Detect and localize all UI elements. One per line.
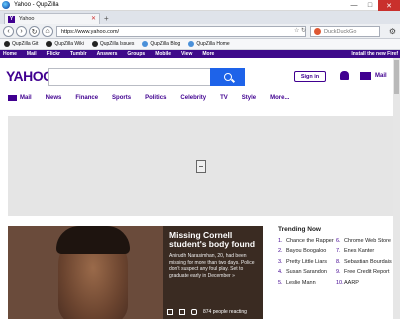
window-controls: — □ ✕	[346, 0, 400, 11]
broken-document-icon	[195, 159, 206, 173]
mail-label: Mail	[375, 73, 387, 79]
bookmarks-toolbar: QupZilla Git QupZilla Wiki QupZilla Issu…	[0, 39, 400, 50]
tab-bar: Y Yahoo ✕ +	[0, 11, 400, 24]
address-text: https://www.yahoo.com/	[61, 28, 120, 35]
tab-label: Yahoo	[19, 16, 35, 22]
nav-more[interactable]: More	[202, 51, 214, 57]
bookmark-icon[interactable]	[179, 309, 185, 315]
trending-item[interactable]: 4. Susan Sarandon	[278, 269, 334, 275]
web-search-box[interactable]: DuckDuckGo	[310, 26, 380, 37]
window-titlebar: Yahoo - QupZilla — □ ✕	[0, 0, 400, 11]
trending-item[interactable]: 10. AARP	[336, 280, 392, 286]
github-icon	[46, 41, 53, 47]
nav-mobile[interactable]: Mobile	[155, 51, 171, 57]
reload-button[interactable]: ↻	[29, 26, 40, 37]
minimize-button[interactable]: —	[346, 0, 362, 11]
section-more[interactable]: More...	[270, 95, 289, 101]
nav-tumblr[interactable]: Tumblr	[70, 51, 87, 57]
bookmark-item[interactable]: QupZilla Git	[4, 41, 38, 47]
trending-item[interactable]: 3. Pretty Little Liars	[278, 259, 334, 265]
close-window-button[interactable]: ✕	[378, 0, 400, 11]
maximize-button[interactable]: □	[362, 0, 378, 11]
github-icon	[4, 41, 10, 47]
trending-item[interactable]: 6. Chrome Web Store	[336, 238, 392, 244]
trending-item[interactable]: 8. Sebastian Bourdais	[336, 259, 392, 265]
reaction-count[interactable]: 874 people reacting	[203, 309, 247, 315]
qupzilla-icon	[188, 41, 195, 47]
trending-list-left: 1. Chance the Rapper 2. Bayou Boogaloo 3. P…	[278, 238, 334, 290]
hero-headline[interactable]: Missing Cornell student's body found	[169, 231, 257, 249]
bookmark-item[interactable]: QupZilla Blog	[142, 41, 180, 47]
vertical-scrollbar[interactable]	[393, 58, 400, 319]
section-celebrity[interactable]: Celebrity	[180, 95, 206, 101]
section-sports[interactable]: Sports	[112, 95, 131, 101]
nav-mail[interactable]: Mail	[27, 51, 37, 57]
story-photo-hair	[56, 226, 130, 254]
window-title: Yahoo - QupZilla	[14, 2, 59, 8]
trending-item[interactable]: 9. Free Credit Report	[336, 269, 392, 275]
qupzilla-app-icon	[2, 1, 10, 9]
section-news[interactable]: News	[46, 95, 62, 101]
address-bar[interactable]: https://www.yahoo.com/	[56, 26, 306, 37]
yahoo-search-button[interactable]	[210, 68, 245, 86]
forward-button[interactable]: ›	[16, 26, 27, 37]
nav-answers[interactable]: Answers	[97, 51, 118, 57]
back-button[interactable]: ‹	[3, 26, 14, 37]
hero-actions: 874 people reacting	[167, 309, 247, 315]
yahoo-search-input[interactable]	[48, 68, 211, 86]
section-mail[interactable]: Mail	[20, 95, 32, 101]
trending-item[interactable]: 1. Chance the Rapper	[278, 238, 334, 244]
section-tv[interactable]: TV	[220, 95, 228, 101]
trending-now: Trending Now 1. Chance the Rapper 2. Bayou…	[278, 226, 393, 286]
scrollbar-thumb[interactable]	[394, 60, 399, 94]
duckduckgo-icon	[314, 28, 321, 35]
hero-overlay: Missing Cornell student's body found Ani…	[163, 226, 263, 319]
trending-item[interactable]: 2. Bayou Boogaloo	[278, 248, 334, 254]
search-icon	[223, 73, 232, 81]
section-politics[interactable]: Politics	[145, 95, 166, 101]
notifications-bell-icon[interactable]	[340, 71, 349, 80]
trending-item[interactable]: 7. Enes Kanter	[336, 248, 392, 254]
ad-placeholder	[8, 116, 393, 216]
share-icon[interactable]	[167, 309, 173, 315]
section-finance[interactable]: Finance	[75, 95, 98, 101]
address-actions-icon[interactable]: ☆ ↻	[294, 27, 306, 34]
yahoo-page: YAHOO! Sign in Mail Mail News Finance Sp…	[0, 58, 393, 319]
bookmark-item[interactable]: QupZilla Issues	[91, 41, 134, 47]
hero-summary: Anirudh Narasimhan, 20, had been missing…	[169, 253, 255, 279]
sign-in-button[interactable]: Sign in	[294, 71, 326, 82]
hero-story[interactable]: Missing Cornell student's body found Ani…	[8, 226, 263, 319]
comments-icon[interactable]	[191, 309, 197, 315]
nav-view[interactable]: View	[181, 51, 192, 57]
navigation-toolbar: ‹ › ↻ ⌂ https://www.yahoo.com/ ☆ ↻ DuckD…	[0, 24, 400, 39]
yahoo-favicon-icon: Y	[8, 15, 15, 23]
bookmark-item[interactable]: QupZilla Wiki	[46, 41, 84, 47]
trending-title: Trending Now	[278, 226, 321, 233]
nav-home[interactable]: Home	[3, 51, 17, 57]
web-search-placeholder: DuckDuckGo	[324, 28, 357, 35]
section-nav: Mail News Finance Sports Politics Celebr…	[8, 95, 303, 101]
nav-flickr[interactable]: Flickr	[47, 51, 60, 57]
mail-envelope-icon	[360, 72, 371, 80]
nav-groups[interactable]: Groups	[127, 51, 145, 57]
home-button[interactable]: ⌂	[42, 26, 53, 37]
new-tab-button[interactable]: +	[104, 14, 109, 23]
install-firefox-link[interactable]: Install the new Firef	[351, 51, 398, 57]
trending-list-right: 6. Chrome Web Store 7. Enes Kanter 8. Sebas…	[336, 238, 392, 290]
yahoo-top-nav: Home Mail Flickr Tumblr Answers Groups M…	[0, 50, 400, 58]
trending-item[interactable]: 5. Leslie Mann	[278, 280, 334, 286]
tools-menu-icon[interactable]: ⚙	[389, 27, 396, 36]
section-style[interactable]: Style	[242, 95, 256, 101]
qupzilla-icon	[142, 41, 149, 47]
close-tab-icon[interactable]: ✕	[91, 15, 96, 22]
tab-yahoo[interactable]: Y Yahoo ✕	[4, 13, 100, 24]
bookmark-item[interactable]: QupZilla Home	[188, 41, 230, 47]
github-icon	[91, 41, 98, 47]
mail-link[interactable]: Mail	[360, 72, 387, 80]
mail-envelope-icon	[8, 95, 17, 101]
